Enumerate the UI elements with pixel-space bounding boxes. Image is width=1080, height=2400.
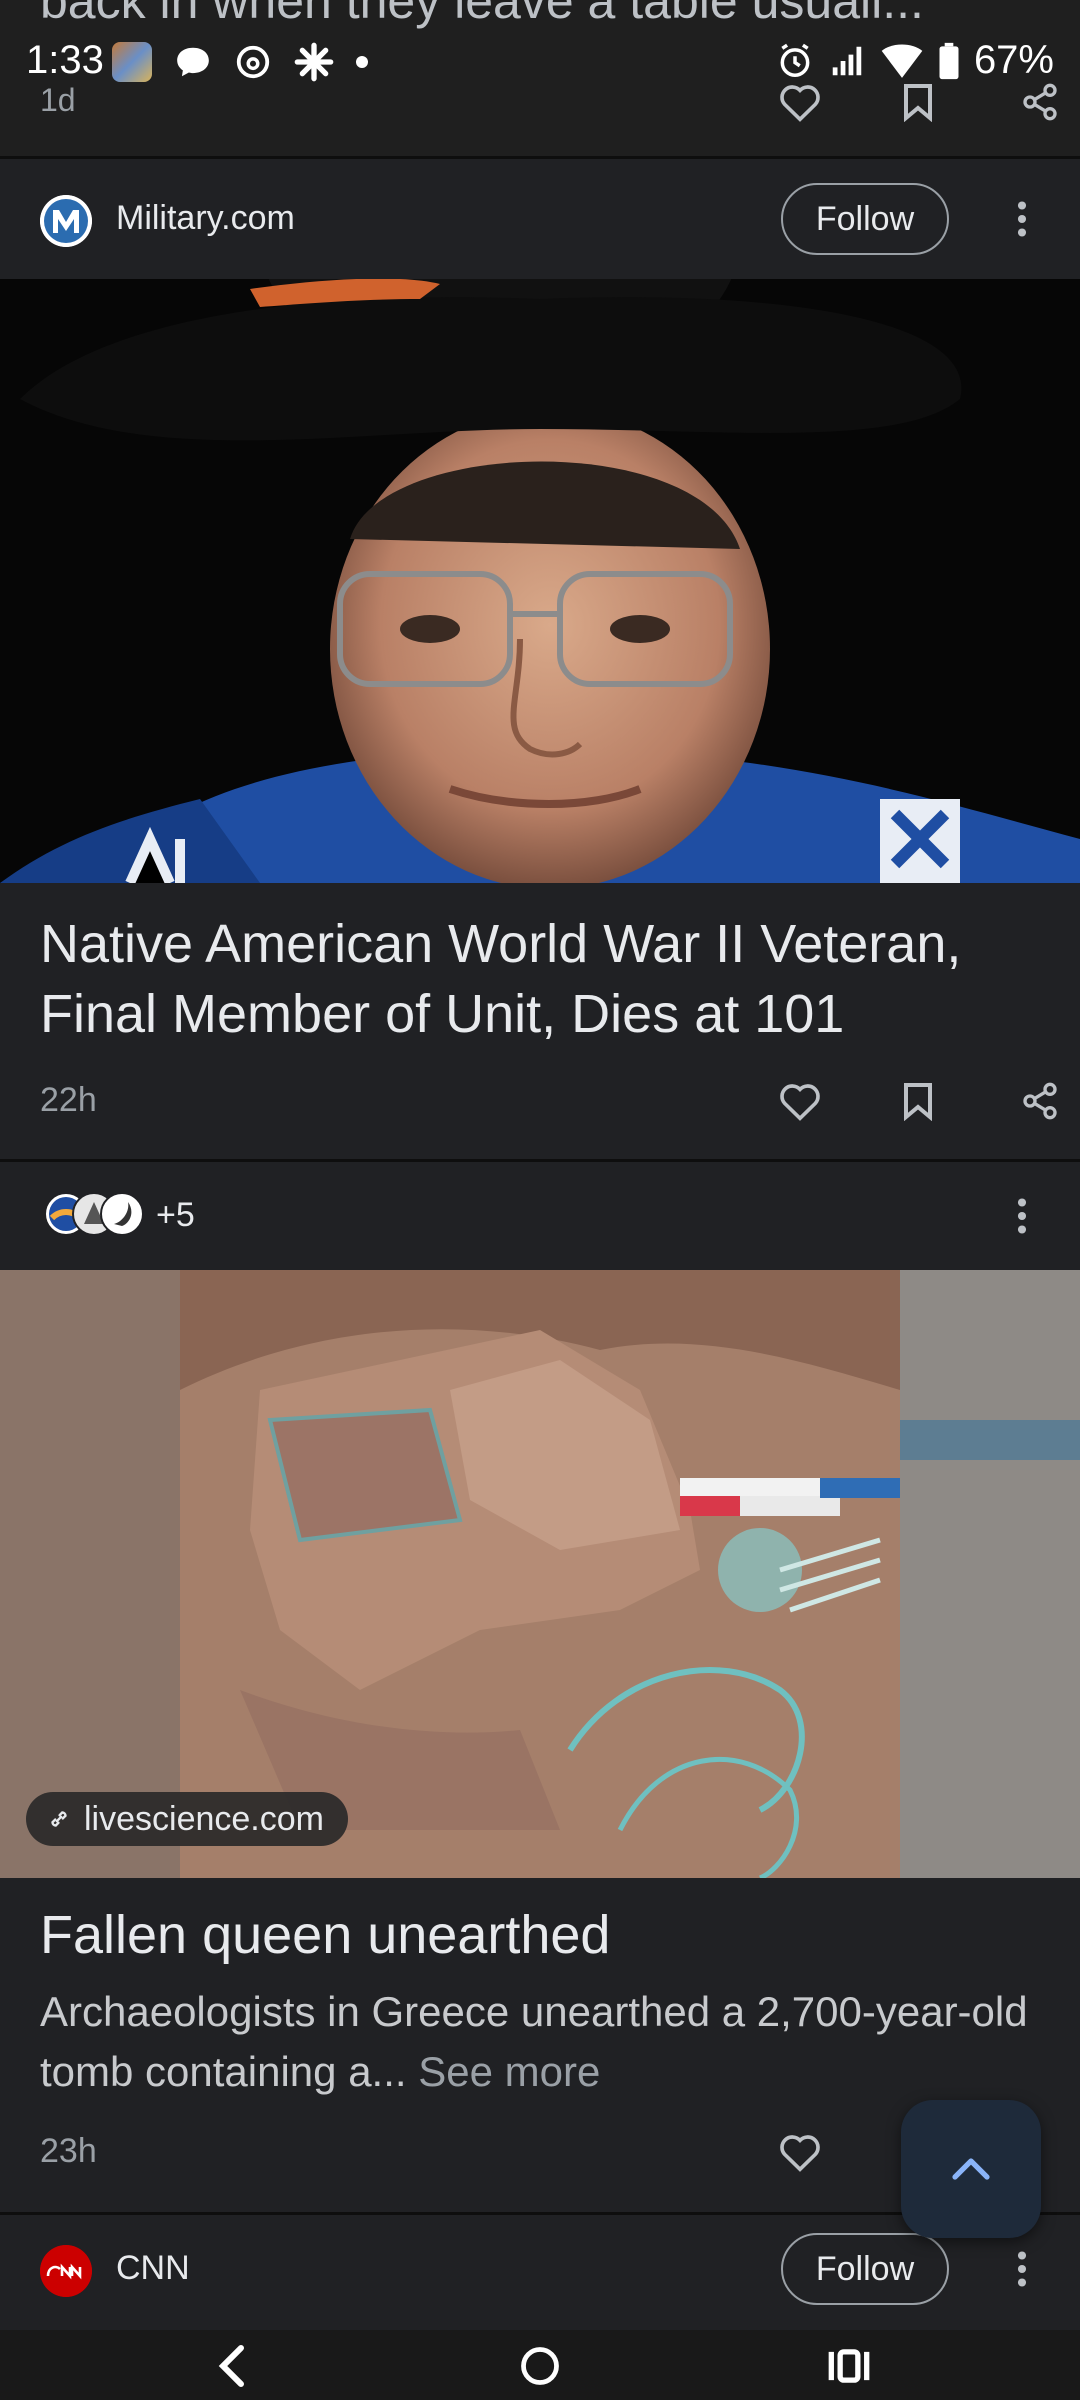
more-vert-icon <box>1017 2251 1027 2287</box>
home-button[interactable] <box>505 2340 575 2392</box>
status-time: 1:33 <box>26 38 104 82</box>
recent-apps-button[interactable] <box>814 2340 884 2392</box>
previous-card-title: back in when they leave a table usuall..… <box>40 0 924 29</box>
source-link-label: livescience.com <box>84 1799 324 1838</box>
military-logo-icon <box>40 195 92 247</box>
chevron-up-icon <box>952 2158 990 2180</box>
asterisk-app-icon <box>294 42 334 82</box>
share-icon <box>1023 1082 1057 1120</box>
follow-button[interactable]: Follow <box>781 183 949 255</box>
article-image[interactable] <box>0 1270 1080 1878</box>
source-logo-stack <box>44 1192 144 1240</box>
status-bar: 1:33 67% <box>0 30 1080 94</box>
source-logo <box>40 195 92 247</box>
alarm-icon <box>780 43 810 77</box>
system-icons: 67% <box>776 38 1054 83</box>
source-name[interactable]: Military.com <box>116 199 295 238</box>
article-actions <box>760 1061 1080 1141</box>
heart-icon <box>780 1084 820 1121</box>
battery-icon <box>939 42 959 79</box>
more-notifications-dot <box>356 56 368 68</box>
share-button[interactable] <box>1000 1061 1080 1141</box>
signal-icon <box>832 46 862 75</box>
more-vert-icon <box>1017 1198 1027 1234</box>
article-headline[interactable]: Fallen queen unearthed <box>40 1900 1040 1970</box>
like-button[interactable] <box>760 1061 840 1141</box>
more-options-button[interactable] <box>992 189 1052 249</box>
home-circle-icon <box>521 2347 559 2385</box>
back-chevron-icon <box>218 2345 244 2387</box>
save-button[interactable] <box>878 1061 958 1141</box>
back-button[interactable] <box>196 2340 266 2392</box>
article-age: 23h <box>40 2132 97 2170</box>
card-source-row: +5 <box>0 1162 1080 1270</box>
more-options-button[interactable] <box>992 2239 1052 2299</box>
cnn-logo-icon <box>40 2245 92 2297</box>
like-button[interactable] <box>760 2112 840 2192</box>
news-card[interactable]: Military.com Follow Native American Worl… <box>0 159 1080 1159</box>
source-logo <box>40 2245 92 2297</box>
article-headline[interactable]: Native American World War II Veteran, Fi… <box>40 909 1040 1049</box>
source-logo <box>100 1192 144 1236</box>
tomb-excavation-image <box>0 1270 1080 1878</box>
chat-bubble-icon <box>177 47 209 77</box>
article-age: 22h <box>40 1081 97 1119</box>
threads-icon <box>236 45 270 79</box>
notification-icons <box>112 42 368 82</box>
more-options-button[interactable] <box>992 1186 1052 1246</box>
veteran-portrait-image <box>0 279 1080 883</box>
article-image[interactable] <box>0 279 1080 883</box>
article-snippet[interactable]: Archaeologists in Greece unearthed a 2,7… <box>40 1982 1050 2102</box>
source-count[interactable]: +5 <box>156 1196 195 1235</box>
battery-percent: 67% <box>973 38 1054 82</box>
link-icon <box>51 1811 67 1827</box>
recent-apps-icon <box>828 2349 870 2383</box>
see-more-link[interactable]: See more <box>418 2048 600 2095</box>
app-notification-icon <box>112 42 152 82</box>
source-name[interactable]: CNN <box>116 2249 190 2288</box>
follow-button[interactable]: Follow <box>781 2233 949 2305</box>
card-source-row: Military.com Follow <box>0 159 1080 279</box>
system-navigation-bar <box>0 2330 1080 2400</box>
heart-icon <box>780 2135 820 2172</box>
scroll-to-top-button[interactable] <box>901 2100 1041 2238</box>
source-link-chip[interactable]: livescience.com <box>26 1792 348 1846</box>
wifi-icon <box>881 44 923 78</box>
bookmark-icon <box>904 1083 932 1121</box>
more-vert-icon <box>1017 201 1027 237</box>
